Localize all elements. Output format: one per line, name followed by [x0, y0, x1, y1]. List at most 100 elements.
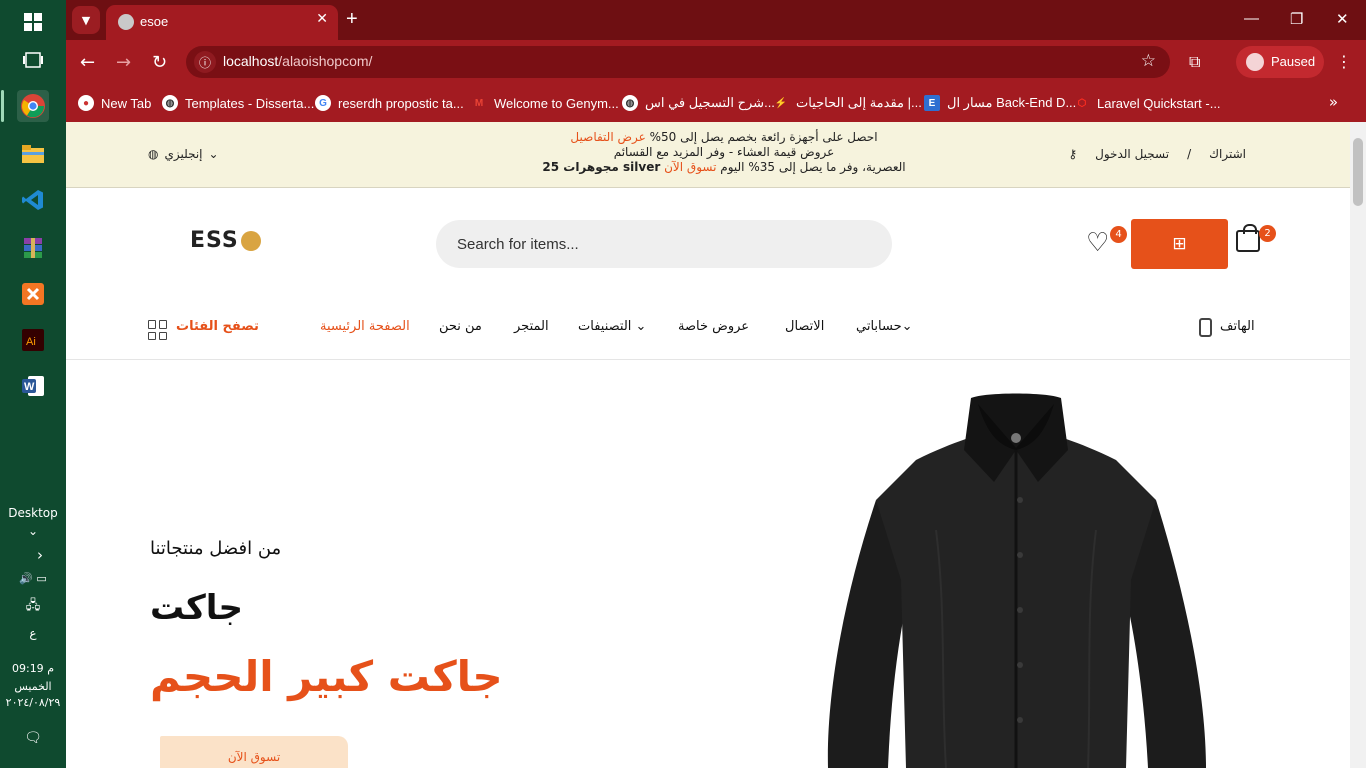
browse-categories-button[interactable]: تصفح الفئات — [176, 319, 259, 334]
extensions-icon[interactable]: ⧉ — [1189, 52, 1200, 72]
phone-icon — [1199, 318, 1212, 337]
language-label: إنجليزي — [164, 147, 203, 161]
auth-links: اشتراك / تسجيل الدخول ⚷ — [1068, 147, 1246, 161]
promo-shop-link[interactable]: تسوق الآن — [664, 160, 716, 174]
winrar-icon[interactable] — [17, 232, 49, 264]
phone-label[interactable]: الهاتف — [1220, 319, 1255, 334]
main-navigation: تصفح الفئات الصفحة الرئيسية من نحن المتج… — [66, 298, 1350, 360]
hero-banner: من افضل منتجاتنا جاكت جاكت كبير الحجم تس… — [66, 360, 1350, 768]
bookmark-label: New Tab — [101, 95, 152, 111]
chrome-app-icon[interactable] — [17, 90, 49, 122]
chevron-down-icon: ⌄ — [901, 319, 913, 334]
scrollbar-thumb[interactable] — [1353, 138, 1363, 206]
shopping-bag-icon[interactable] — [1236, 224, 1260, 252]
bookmarks-bar: ● New Tab ◍ Templates - Disserta... Greser… — [66, 86, 1366, 122]
url-host: localhost — [223, 53, 279, 69]
svg-text:W: W — [24, 381, 35, 393]
page-scrollbar[interactable] — [1350, 122, 1366, 768]
tab-esoe[interactable]: esoe ✕ — [106, 5, 338, 40]
shop-now-button[interactable]: تسوق الآن — [160, 736, 348, 768]
heart-icon[interactable]: ♡ — [1086, 228, 1109, 258]
clock-time[interactable]: 09:19 م — [0, 662, 66, 675]
minimize-button[interactable]: — — [1244, 10, 1259, 27]
add-to-cart-button[interactable]: ⊞ — [1131, 219, 1228, 269]
forward-button[interactable]: → — [116, 52, 131, 73]
bookmark-item[interactable]: ◍ شرح التسجيل في اس... — [622, 93, 775, 113]
grid-icon[interactable] — [148, 320, 168, 340]
register-link[interactable]: اشتراك — [1209, 147, 1246, 161]
back-button[interactable]: ← — [80, 52, 95, 73]
site-header: ESS ♡ 4 ⊞ 2 — [66, 188, 1350, 298]
search-input[interactable] — [436, 220, 892, 268]
key-icon: ⚷ — [1068, 147, 1078, 161]
elzero-icon: E — [924, 95, 940, 111]
promo-ticker: احصل على أجهزة رائعة بخصم يصل إلى 50% عر… — [534, 130, 914, 175]
profile-button[interactable]: Paused — [1236, 46, 1324, 78]
tab-search-button[interactable]: ▼ — [72, 6, 100, 34]
promo-details-link[interactable]: عرض التفاصيل — [570, 130, 645, 144]
nav-home[interactable]: الصفحة الرئيسية — [320, 319, 410, 334]
promo-line2: عروض قيمة العشاء - وفر المزيد مع القسائم — [613, 145, 835, 159]
chevron-right-icon[interactable]: › — [0, 546, 66, 564]
bookmark-item[interactable]: ◍ Templates - Disserta... — [162, 93, 314, 113]
bookmark-star-icon[interactable]: ☆ — [1141, 51, 1156, 71]
nav-contact[interactable]: الاتصال — [785, 319, 824, 334]
login-link[interactable]: تسجيل الدخول — [1095, 147, 1169, 161]
word-icon[interactable]: W — [17, 370, 49, 402]
google-icon: G — [315, 95, 331, 111]
vscode-icon[interactable] — [17, 184, 49, 216]
browser-menu-icon[interactable]: ⋮ — [1336, 52, 1352, 71]
chevron-double-right-icon[interactable]: » — [1329, 93, 1338, 111]
nav-shop[interactable]: المتجر — [514, 319, 549, 334]
xampp-icon[interactable] — [17, 278, 49, 310]
hero-title: جاكت — [150, 588, 244, 628]
task-view-icon[interactable] — [17, 44, 49, 76]
bookmark-label: شرح التسجيل في اس... — [645, 95, 775, 110]
bookmark-label: مقدمة إلى الحاجيات |... — [796, 95, 922, 110]
url-text[interactable]: localhost/alaoishopcom/ — [223, 53, 372, 69]
bookmark-item[interactable]: E مسار ال Back-End D... — [924, 93, 1076, 113]
new-tab-button[interactable]: + — [346, 8, 358, 31]
hero-kicker: من افضل منتجاتنا — [150, 538, 282, 559]
language-selector[interactable]: ◍ إنجليزي ⌄ — [148, 147, 219, 161]
reload-button[interactable]: ↻ — [152, 52, 167, 73]
svg-text:Ai: Ai — [26, 336, 36, 348]
browser-chrome: ▼ esoe ✕ + — ❐ ✕ ← → ↻ ⓘ localhost/alaoi… — [66, 0, 1366, 122]
network-icon[interactable]: 🖧 — [0, 596, 66, 618]
bookmark-item[interactable]: ⚡ مقدمة إلى الحاجيات |... — [773, 93, 922, 113]
input-language-indicator[interactable]: ع — [0, 626, 66, 640]
auth-separator: / — [1187, 147, 1192, 161]
site-logo[interactable]: ESS — [190, 228, 261, 253]
close-icon[interactable]: ✕ — [316, 11, 328, 27]
notification-icon[interactable]: 🗨 — [0, 730, 66, 746]
windows-start-icon[interactable] — [17, 6, 49, 38]
avatar — [1246, 53, 1264, 71]
profile-status: Paused — [1271, 54, 1316, 69]
nav-my-account[interactable]: حساباتي⌄ — [856, 319, 913, 334]
bookmark-item[interactable]: ⬡ Laravel Quickstart -... — [1074, 93, 1221, 113]
bookmark-label: مسار ال Back-End D... — [947, 95, 1077, 110]
bookmark-label: Laravel Quickstart -... — [1097, 95, 1221, 111]
nav-about[interactable]: من نحن — [439, 319, 482, 334]
nav-special-offers[interactable]: عروض خاصة — [678, 319, 749, 334]
desktop-label[interactable]: Desktop — [0, 506, 66, 520]
globe-icon: ◍ — [622, 95, 638, 111]
chevron-down-icon[interactable]: ⌄ — [0, 524, 66, 538]
bookmark-item[interactable]: Greserdh propostic ta... — [315, 93, 464, 113]
bookmark-item[interactable]: ● New Tab — [78, 93, 151, 113]
cart-plus-icon: ⊞ — [1172, 234, 1187, 254]
restore-button[interactable]: ❐ — [1290, 10, 1303, 28]
volume-battery-icon[interactable]: 🔊 ▭ — [0, 572, 66, 585]
file-explorer-icon[interactable] — [17, 138, 49, 170]
chrome-icon: ● — [78, 95, 94, 111]
illustrator-icon[interactable]: Ai — [17, 324, 49, 356]
site-info-icon[interactable]: ⓘ — [194, 51, 216, 73]
promo-line3: العصرية، وفر ما يصل إلى 35% اليوم — [720, 160, 906, 174]
cart-count-badge: 2 — [1259, 225, 1276, 242]
logo-emblem-icon — [240, 230, 261, 251]
clock-date: ٢٠٢٤/٠٨/٢٩ — [5, 696, 61, 709]
window-close-button[interactable]: ✕ — [1336, 10, 1349, 28]
nav-categories[interactable]: التصنيفات ⌄ — [578, 319, 646, 334]
bookmark-item[interactable]: M Welcome to Genym... — [471, 93, 619, 113]
address-bar[interactable]: ⓘ localhost/alaoishopcom/ ☆ — [186, 46, 1170, 78]
